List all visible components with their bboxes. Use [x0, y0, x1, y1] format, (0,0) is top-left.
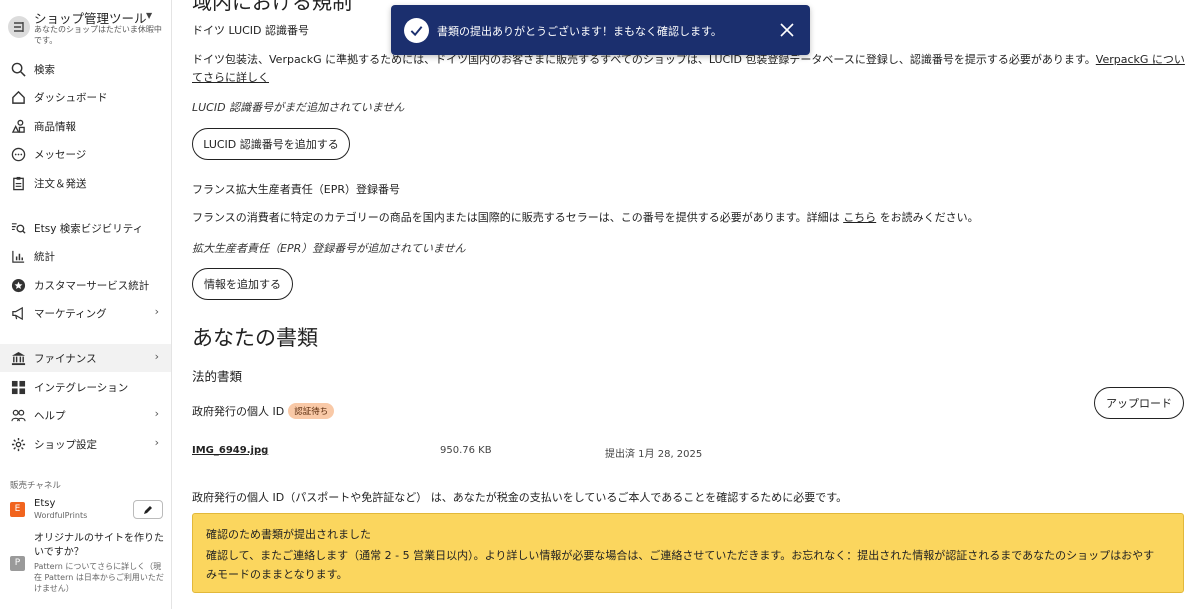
- government-id-row: 政府発行の個人 ID 認証待ち: [192, 403, 335, 419]
- main-content: 域内における規制 ドイツ LUCID 認識番号 ドイツ包装法、VerpackG …: [192, 0, 1187, 609]
- listings-icon: [10, 118, 26, 134]
- sidebar-item-label: インテグレーション: [34, 382, 129, 394]
- close-icon[interactable]: [780, 23, 794, 37]
- sidebar: ショップ管理ツール ▼ あなたのショップはただいま休暇中です。 検索 ダッシュボ…: [0, 0, 172, 609]
- home-icon: [10, 89, 26, 105]
- bank-icon: [10, 350, 26, 366]
- success-toast: 書類の提出ありがとうございます！まもなく確認します。: [391, 5, 810, 55]
- upload-button[interactable]: アップロード: [1094, 387, 1184, 419]
- sidebar-item-integrations[interactable]: インテグレーション: [0, 373, 171, 401]
- verification-notice: 確認のため書類が提出されました 確認して、またご連絡します（通常 2 - 5 営…: [192, 513, 1184, 593]
- pencil-icon: [144, 505, 152, 514]
- epr-description: フランスの消費者に特定のカテゴリーの商品を国内または国際的に販売するセラーは、こ…: [192, 211, 979, 224]
- search-icon: [10, 61, 26, 77]
- sidebar-item-label: ダッシュボード: [34, 92, 108, 104]
- sidebar-item-messages[interactable]: メッセージ: [0, 140, 171, 168]
- clipboard-icon: [10, 175, 26, 191]
- etsy-badge: E: [10, 502, 25, 517]
- check-icon: [404, 18, 429, 43]
- channel-etsy[interactable]: E Etsy WordfulPrints: [10, 496, 170, 526]
- megaphone-icon: [10, 305, 26, 321]
- stats-icon: [10, 248, 26, 264]
- documents-heading: あなたの書類: [192, 326, 318, 350]
- sidebar-item-label: ファイナンス: [34, 353, 97, 365]
- sidebar-item-dashboard[interactable]: ダッシュボード: [0, 83, 171, 111]
- epr-details-link[interactable]: こちら: [843, 211, 876, 224]
- legal-documents-heading: 法的書類: [192, 369, 243, 384]
- notice-title: 確認のため書類が提出されました: [206, 528, 371, 541]
- message-icon: [10, 146, 26, 162]
- sidebar-item-customer-service-stats[interactable]: カスタマーサービス統計: [0, 271, 171, 299]
- sales-channels-heading: 販売チャネル: [10, 481, 61, 491]
- chevron-right-icon: ›: [154, 436, 159, 449]
- sidebar-item-label: マーケティング: [34, 308, 107, 320]
- search-visibility-icon: [10, 220, 26, 236]
- sidebar-item-stats[interactable]: 統計: [0, 242, 171, 270]
- people-icon: [10, 407, 26, 423]
- lucid-status: LUCID 認識番号がまだ追加されていません: [192, 101, 405, 114]
- sidebar-item-label: Etsy 検索ビジビリティ: [34, 223, 144, 235]
- add-epr-button[interactable]: 情報を追加する: [192, 268, 293, 300]
- pattern-subtitle: Pattern についてさらに詳しく（現在 Pattern は日本からご利用いた…: [34, 562, 164, 593]
- sidebar-item-listings[interactable]: 商品情報: [0, 112, 171, 140]
- sidebar-item-search-visibility[interactable]: Etsy 検索ビジビリティ: [0, 214, 171, 242]
- lucid-description: ドイツ包装法、VerpackG に準拠するためには、ドイツ国内のお客さまに販売す…: [192, 53, 1185, 84]
- sidebar-item-search[interactable]: 検索: [0, 55, 171, 83]
- pattern-badge: P: [10, 556, 25, 571]
- channel-name: Etsy: [34, 498, 56, 509]
- file-name-link[interactable]: IMG_6949.jpg: [192, 445, 268, 456]
- shop-switcher[interactable]: ショップ管理ツール ▼ あなたのショップはただいま休暇中です。: [8, 8, 168, 48]
- chevron-down-icon: ▼: [146, 11, 153, 20]
- sidebar-item-orders[interactable]: 注文＆発送: [0, 169, 171, 197]
- sidebar-item-label: 検索: [34, 64, 55, 76]
- sidebar-item-finance[interactable]: ファイナンス ›: [0, 344, 171, 372]
- file-submitted-date: 提出済 1月 28, 2025: [605, 449, 703, 460]
- shop-status: あなたのショップはただいま休暇中です。: [34, 25, 162, 45]
- chevron-right-icon: ›: [154, 407, 159, 420]
- verpackg-link-cont[interactable]: てさらに詳しく: [192, 71, 269, 84]
- edit-channel-button[interactable]: [133, 500, 163, 519]
- chevron-right-icon: ›: [154, 305, 159, 318]
- sidebar-item-label: ショップ設定: [34, 439, 97, 451]
- epr-status: 拡大生産者責任（EPR）登録番号が追加されていません: [192, 242, 466, 255]
- section-heading: 域内における規制: [192, 0, 352, 14]
- government-id-label: 政府発行の個人 ID: [192, 405, 285, 418]
- chevron-right-icon: ›: [154, 350, 159, 363]
- star-badge-icon: [10, 277, 26, 293]
- sidebar-item-label: 注文＆発送: [34, 178, 87, 190]
- sidebar-item-label: メッセージ: [34, 149, 87, 161]
- channel-shop-name: WordfulPrints: [34, 511, 88, 520]
- grid-icon: [10, 379, 26, 395]
- shop-logo-icon: [8, 16, 30, 38]
- sidebar-item-label: ヘルプ: [34, 410, 66, 422]
- epr-heading: フランス拡大生産者責任（EPR）登録番号: [192, 183, 401, 196]
- id-description: 政府発行の個人 ID（パスポートや免許証など） は、あなたが税金の支払いをしてい…: [192, 491, 848, 504]
- notice-body: 確認して、またご連絡します（通常 2 - 5 営業日以内）。より詳しい情報が必要…: [206, 549, 1155, 581]
- sidebar-item-label: カスタマーサービス統計: [34, 280, 150, 292]
- toast-message: 書類の提出ありがとうございます！まもなく確認します。: [437, 25, 722, 38]
- gear-icon: [10, 436, 26, 452]
- channel-pattern[interactable]: P オリジナルのサイトを作りたいですか？ Pattern についてさらに詳しく（…: [10, 532, 170, 602]
- sidebar-item-label: 商品情報: [34, 121, 76, 133]
- verpackg-link[interactable]: VerpackG につい: [1096, 53, 1185, 66]
- lucid-heading: ドイツ LUCID 認識番号: [192, 24, 310, 37]
- sidebar-item-help[interactable]: ヘルプ ›: [0, 401, 171, 429]
- sidebar-item-label: 統計: [34, 251, 55, 263]
- add-lucid-button[interactable]: LUCID 認識番号を追加する: [192, 128, 350, 160]
- status-badge: 認証待ち: [288, 403, 335, 419]
- sidebar-item-shop-settings[interactable]: ショップ設定 ›: [0, 430, 171, 458]
- pattern-title: オリジナルのサイトを作りたいですか？: [34, 533, 164, 558]
- file-size: 950.76 KB: [440, 445, 492, 456]
- sidebar-item-marketing[interactable]: マーケティング ›: [0, 299, 171, 327]
